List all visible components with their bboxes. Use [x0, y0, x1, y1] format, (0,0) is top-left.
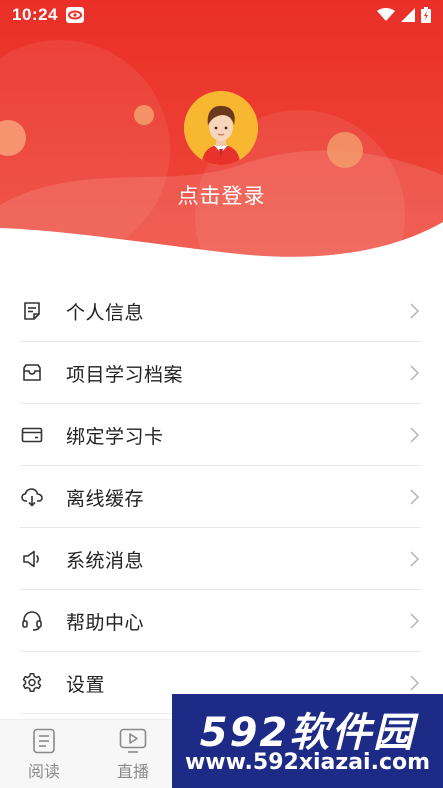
- signal-icon: [401, 8, 415, 22]
- chevron-right-icon: [407, 426, 421, 444]
- chevron-right-icon: [407, 488, 421, 506]
- card-icon: [20, 423, 44, 447]
- menu-item-label: 设置: [66, 674, 106, 696]
- tab-label: 阅读: [27, 764, 60, 781]
- settings-menu: 个人信息 项目学习档案 绑定学习卡 离线缓存 系统消息 帮助中心 设置: [0, 280, 443, 714]
- battery-icon: [421, 7, 431, 23]
- menu-item-label: 帮助中心: [66, 612, 145, 634]
- status-time: 10:24: [12, 5, 58, 24]
- chevron-right-icon: [407, 550, 421, 568]
- document-icon: [33, 728, 55, 754]
- chevron-right-icon: [407, 612, 421, 630]
- app-notification-icon: [65, 7, 84, 23]
- headset-icon: [20, 609, 44, 633]
- profile-header: 10:24 点击登录: [0, 0, 443, 262]
- menu-item-learning-archive[interactable]: 项目学习档案: [0, 342, 443, 404]
- status-bar: 10:24: [0, 0, 443, 30]
- status-indicators: [377, 7, 431, 23]
- speaker-icon: [20, 547, 44, 571]
- menu-item-help-center[interactable]: 帮助中心: [0, 590, 443, 652]
- menu-item-label: 个人信息: [66, 302, 145, 324]
- chevron-right-icon: [407, 674, 421, 692]
- watermark-banner: 592软件园 www.592xiazai.com: [172, 694, 443, 788]
- inbox-icon: [20, 361, 44, 385]
- watermark-url: www.592xiazai.com: [184, 750, 431, 775]
- tab-live[interactable]: 直播: [97, 728, 169, 782]
- menu-item-offline-cache[interactable]: 离线缓存: [0, 466, 443, 528]
- avatar[interactable]: [184, 91, 258, 165]
- chevron-right-icon: [407, 302, 421, 320]
- menu-item-personal-info[interactable]: 个人信息: [0, 280, 443, 342]
- chevron-right-icon: [407, 364, 421, 382]
- video-icon: [119, 728, 147, 753]
- note-icon: [20, 299, 44, 323]
- tab-read[interactable]: 阅读: [8, 728, 80, 782]
- login-prompt[interactable]: 点击登录: [0, 180, 443, 210]
- menu-item-system-messages[interactable]: 系统消息: [0, 528, 443, 590]
- tab-label: 直播: [116, 764, 149, 781]
- cloud-download-icon: [20, 485, 44, 509]
- menu-item-label: 系统消息: [66, 550, 145, 572]
- menu-item-label: 绑定学习卡: [66, 426, 164, 448]
- user-avatar-icon: [184, 91, 258, 165]
- menu-item-bind-card[interactable]: 绑定学习卡: [0, 404, 443, 466]
- menu-item-label: 项目学习档案: [66, 364, 184, 386]
- gear-icon: [20, 671, 44, 695]
- menu-item-label: 离线缓存: [66, 488, 145, 510]
- wifi-icon: [377, 8, 395, 21]
